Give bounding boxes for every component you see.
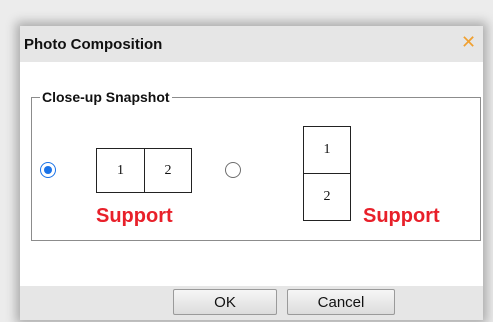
- layout-cell-1: 1: [303, 126, 351, 174]
- radio-horizontal-layout[interactable]: [40, 162, 56, 178]
- group-legend: Close-up Snapshot: [40, 89, 172, 105]
- close-icon[interactable]: ✕: [461, 32, 476, 52]
- ok-button[interactable]: OK: [173, 289, 277, 315]
- dialog-title: Photo Composition: [24, 36, 163, 53]
- cancel-button[interactable]: Cancel: [287, 289, 395, 315]
- dialog-title-bar: Photo Composition ✕: [20, 26, 483, 62]
- layout-cell-2: 2: [303, 173, 351, 221]
- photo-composition-dialog: Photo Composition ✕ Close-up Snapshot 1 …: [20, 26, 483, 320]
- support-label: Support: [96, 205, 173, 227]
- radio-vertical-layout[interactable]: [225, 162, 241, 178]
- layout-cell-2: 2: [144, 148, 192, 193]
- support-label: Support: [363, 205, 440, 227]
- layout-cell-1: 1: [96, 148, 145, 193]
